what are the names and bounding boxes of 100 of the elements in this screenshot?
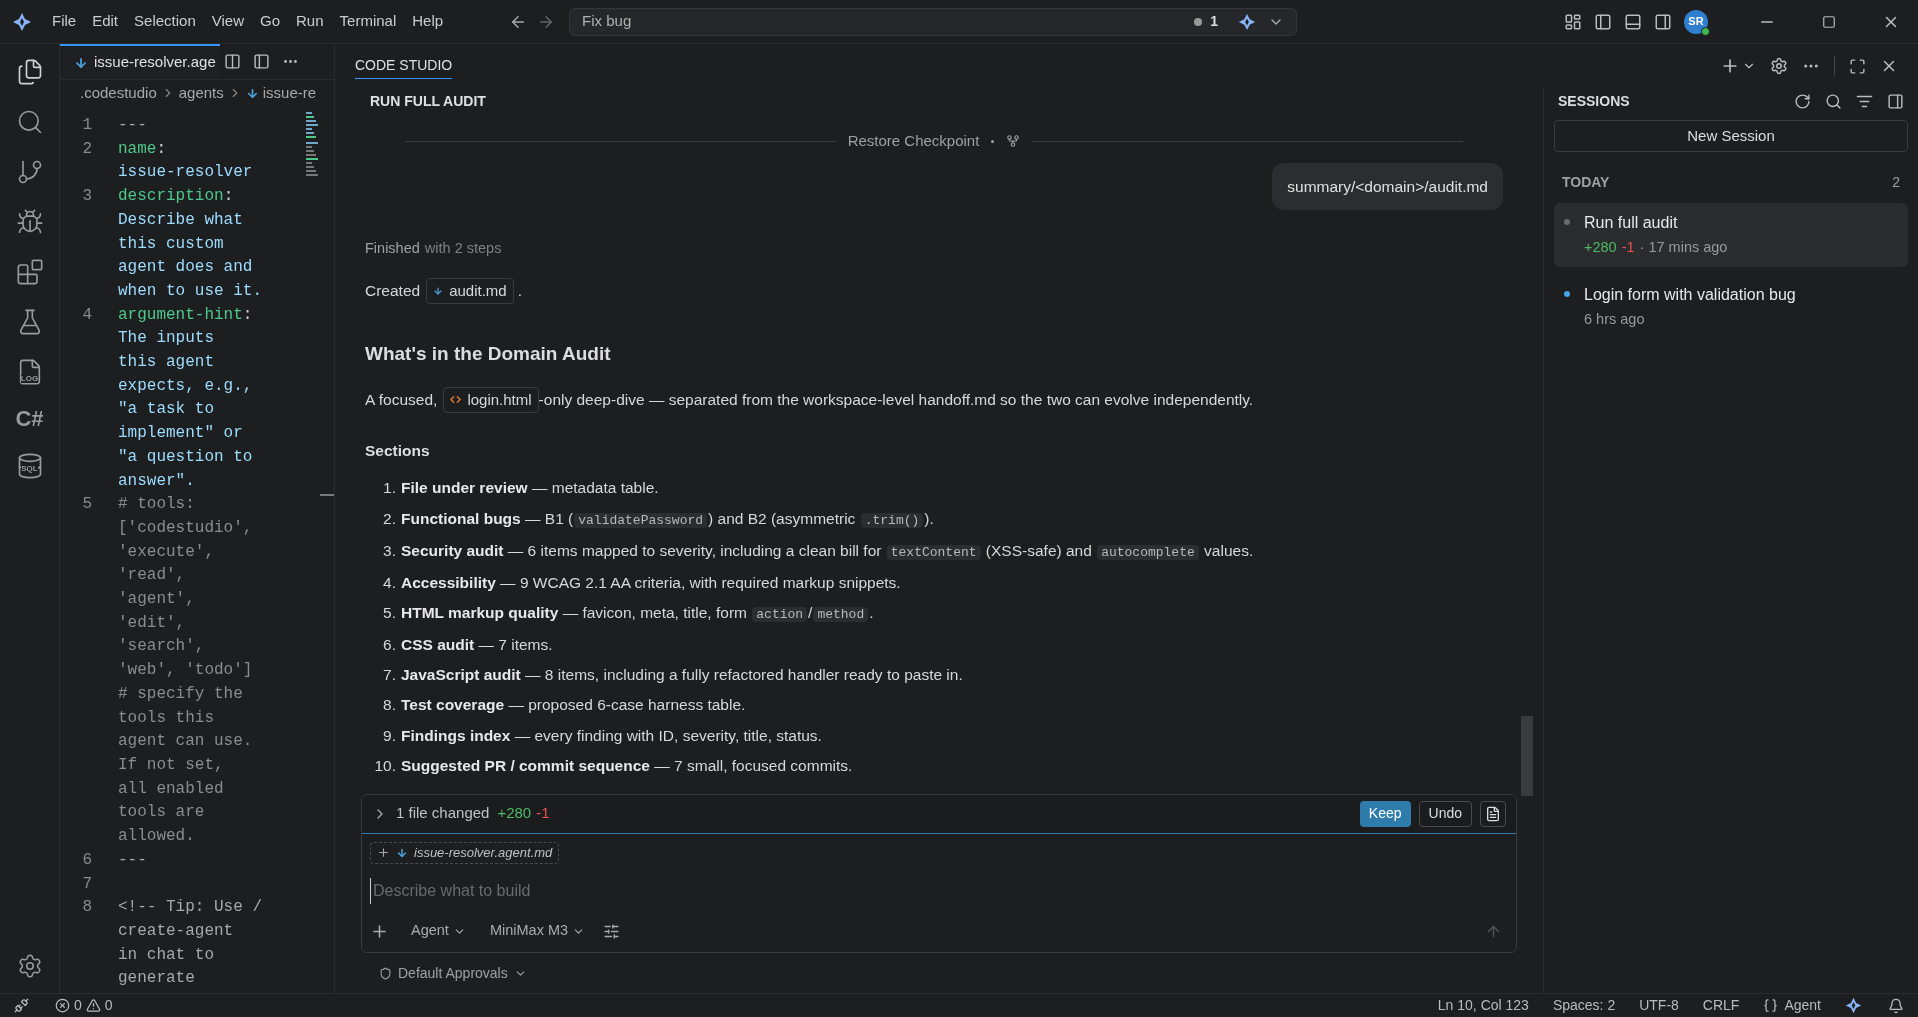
code-line: --- (118, 115, 147, 136)
menu-item[interactable]: Go (252, 10, 288, 33)
run-debug-icon[interactable] (15, 208, 44, 236)
file-chip[interactable]: login.html (443, 386, 539, 413)
list-item-text: Functional bugs — B1 ( validatePassword ) and B2 (asymmetric .trim() ). (401, 508, 934, 530)
line-number: 7 (81, 873, 93, 895)
branch-icon[interactable] (1006, 134, 1021, 149)
message-text: Created (365, 281, 421, 302)
refresh-icon[interactable] (1794, 92, 1811, 110)
restore-icon[interactable] (1822, 14, 1836, 29)
model-dropdown[interactable]: MiniMax M3 (489, 920, 586, 942)
code-line: expects, e.g., (118, 375, 253, 397)
code-line: If not set, (118, 755, 225, 776)
undo-button[interactable]: Undo (1418, 800, 1472, 827)
code-line: <!-- Tip: Use / (118, 897, 263, 919)
warning-icon (85, 998, 101, 1013)
code-line: issue-resolver (118, 162, 253, 184)
problems-indicator[interactable]: 0 0 (55, 995, 113, 1016)
command-center[interactable]: Fix bug 1 (569, 7, 1298, 36)
session-item[interactable]: Login form with validation bug 6 hrs ago (1554, 274, 1908, 339)
line-ending[interactable]: CRLF (1702, 995, 1740, 1016)
panel-tab[interactable]: CODE STUDIO (355, 55, 453, 79)
session-time: 6 hrs ago (1584, 309, 1645, 329)
line-number: 2 (81, 138, 93, 160)
agent-icon (1238, 12, 1257, 31)
breadcrumb-item[interactable]: .codestudio (80, 81, 157, 105)
code-line: 'search', (118, 636, 206, 658)
menu-item[interactable]: Help (404, 10, 452, 33)
remote-icon[interactable] (14, 998, 29, 1013)
menu-item[interactable]: Terminal (331, 10, 405, 33)
breadcrumb-item[interactable]: agents (178, 81, 224, 105)
attachment-chip[interactable]: issue-resolver.agent.md (370, 841, 560, 864)
shield-icon (379, 966, 392, 980)
list-number: 9. (382, 725, 397, 746)
settings-icon[interactable] (16, 953, 43, 979)
review-file-button[interactable] (1480, 800, 1506, 827)
agent-file-icon (396, 846, 408, 859)
csharp-icon[interactable]: C# (15, 408, 44, 430)
avatar[interactable]: SR (1684, 9, 1708, 34)
cursor-position[interactable]: Ln 10, Col 123 (1437, 995, 1529, 1016)
mode-dropdown[interactable]: Agent (411, 920, 466, 942)
document-icon (1485, 805, 1501, 822)
preview-icon[interactable] (223, 53, 241, 70)
list-number: 10. (373, 755, 397, 776)
menu-item[interactable]: File (44, 10, 85, 33)
code-line: argument-hint: (118, 304, 253, 326)
new-session-button[interactable]: New Session (1554, 120, 1908, 152)
line-number: 6 (81, 849, 93, 871)
status-detail: with 2 steps (424, 238, 502, 258)
user-message: summary/<domain>/audit.md (1272, 162, 1503, 210)
code-line: description: (118, 186, 235, 208)
encoding[interactable]: UTF-8 (1639, 995, 1679, 1016)
notifications-icon[interactable] (1888, 997, 1904, 1014)
section-heading: What's in the Domain Audit (365, 342, 612, 366)
list-number: 3. (382, 540, 397, 561)
list-item-text: HTML markup quality — favicon, meta, title, form action / method . (401, 602, 874, 624)
language-mode[interactable]: Agent (1763, 995, 1821, 1016)
menu-item[interactable]: Edit (84, 10, 127, 33)
split-editor-icon[interactable] (252, 53, 270, 70)
restore-checkpoint-link[interactable]: Restore Checkpoint (847, 130, 980, 153)
code-line: agent can use. (118, 731, 253, 753)
code-line: tools this (118, 707, 215, 729)
list-number: 5. (382, 602, 397, 623)
tools-icon[interactable] (603, 922, 621, 940)
changes-summary[interactable]: 1 file changed (396, 802, 490, 825)
status-label: Finished (365, 238, 420, 258)
list-item-text: JavaScript audit — 8 items, including a fully refactored handler ready to paste in. (401, 665, 963, 685)
code-line: ['codestudio', (118, 517, 253, 539)
braces-icon (1763, 998, 1779, 1013)
code-line: 'web', 'todo'] (118, 660, 253, 682)
menu-item[interactable]: Run (288, 10, 332, 33)
settings-icon[interactable] (1770, 57, 1788, 75)
session-time: · 17 mins ago (1639, 238, 1728, 257)
menu-item[interactable]: View (203, 10, 252, 33)
extensions-icon[interactable] (15, 258, 44, 286)
panel-bottom-icon[interactable] (1624, 12, 1642, 31)
search-icon[interactable] (1825, 92, 1842, 110)
keep-button[interactable]: Keep (1359, 800, 1411, 827)
toggle-panel-icon[interactable] (1887, 92, 1904, 110)
file-chip[interactable]: audit.md (426, 277, 514, 304)
session-item[interactable]: Run full audit +280 -1 · 17 mins ago (1554, 203, 1908, 267)
approvals-dropdown[interactable]: Default Approvals (398, 962, 527, 984)
list-item-text: Security audit — 6 items mapped to severity, including a clean bill for textContent (XSS-safe) and autocomplete values. (401, 540, 1254, 562)
panel-left-icon[interactable] (1594, 12, 1612, 31)
list-item-text: File under review — metadata table. (401, 478, 659, 499)
chat-input[interactable]: Describe what to build (370, 878, 1508, 904)
code-line: tools are (118, 802, 206, 824)
line-number: 3 (81, 186, 93, 208)
code-line: name: (118, 138, 167, 160)
list-number: 8. (382, 695, 397, 716)
breadcrumb-item[interactable]: issue-re (262, 81, 317, 105)
maximize-icon[interactable] (1849, 57, 1866, 75)
list-item-text: Findings index — every finding with ID, severity, title, status. (401, 725, 822, 746)
session-title: Run full audit (1584, 213, 1679, 233)
layout-icon[interactable] (1564, 12, 1582, 31)
indentation[interactable]: Spaces: 2 (1552, 995, 1616, 1016)
menu-item[interactable]: Selection (126, 10, 204, 33)
message-text: A focused, (365, 390, 438, 411)
panel-right-icon[interactable] (1654, 12, 1672, 31)
app-logo-icon (12, 11, 32, 32)
